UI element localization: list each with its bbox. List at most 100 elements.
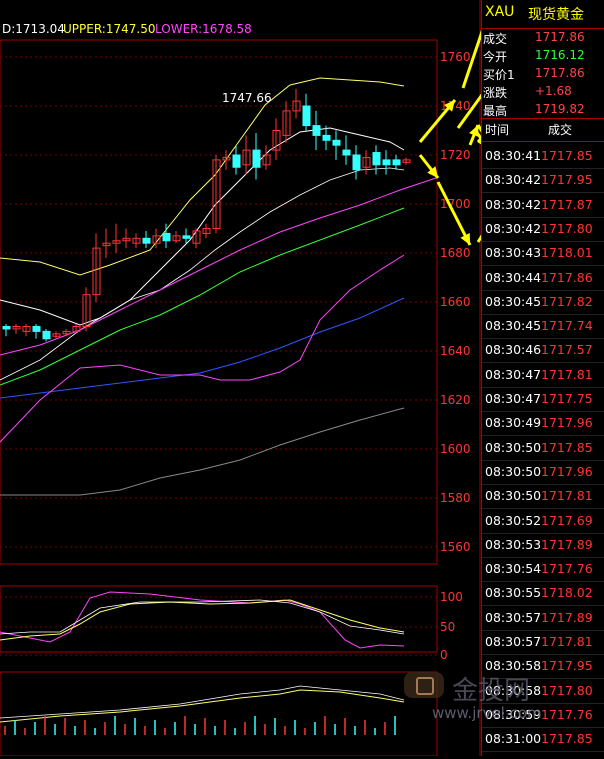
tick-row[interactable]: 08:30:541717.76: [482, 557, 604, 582]
tick-row[interactable]: 08:30:471717.75: [482, 387, 604, 412]
tick-time: 08:30:53: [485, 537, 541, 552]
tick-row[interactable]: 08:30:461717.57: [482, 338, 604, 363]
tick-row[interactable]: 08:30:421717.80: [482, 217, 604, 242]
tick-price: 1718.01: [541, 245, 593, 260]
osc-axis-label: 50: [440, 620, 455, 634]
high-price-label: 1747.66: [222, 91, 272, 105]
symbol-code: XAU: [485, 4, 514, 20]
bollinger-lower-line: [0, 168, 404, 380]
tick-row[interactable]: 08:30:551718.02: [482, 581, 604, 606]
quote-value: +1.68: [535, 84, 572, 98]
candle-body: [393, 160, 400, 165]
osc-k-line: [0, 592, 404, 648]
candle-body: [253, 150, 260, 167]
quote-value: 1717.86: [535, 30, 585, 44]
tick-time: 08:30:42: [485, 197, 541, 212]
tick-row[interactable]: 08:30:451717.82: [482, 290, 604, 315]
tick-time: 08:30:55: [485, 585, 541, 600]
candle-body: [303, 106, 310, 126]
candle-body: [163, 233, 170, 240]
quote-label: 今开: [483, 48, 507, 65]
price-axis-label: 1660: [440, 295, 471, 309]
quote-label: 涨跌: [483, 84, 507, 101]
tick-row[interactable]: 08:30:421717.87: [482, 193, 604, 218]
tick-time: 08:30:46: [485, 342, 541, 357]
tick-price: 1717.82: [541, 294, 593, 309]
tick-price: 1717.87: [541, 197, 593, 212]
price-axis-label: 1560: [440, 540, 471, 554]
price-axis-label: 1620: [440, 393, 471, 407]
tick-price: 1717.81: [541, 367, 593, 382]
tick-price: 1717.81: [541, 488, 593, 503]
tick-time: 08:30:42: [485, 221, 541, 236]
quote-label: 成交: [483, 30, 507, 47]
quote-row: 最高1719.82: [482, 101, 604, 118]
main-chart-svg[interactable]: 1760174017201700168016601640162016001580…: [0, 0, 482, 756]
tick-row[interactable]: 08:30:441717.86: [482, 266, 604, 291]
tick-row[interactable]: 08:30:521717.69: [482, 509, 604, 534]
candle-body: [233, 155, 240, 167]
tick-row[interactable]: 08:31:001717.85: [482, 727, 604, 752]
ticks-header-time: 时间: [485, 121, 509, 138]
price-axis-label: 1680: [440, 246, 471, 260]
oscillator-lines: [0, 592, 404, 648]
candlesticks: [3, 89, 410, 341]
tick-row[interactable]: 08:30:411717.85: [482, 144, 604, 169]
tick-time: 08:30:57: [485, 610, 541, 625]
price-axis-label: 1600: [440, 442, 471, 456]
tick-price: 1717.57: [541, 342, 593, 357]
quote-row: 买价1 1717.86: [482, 65, 604, 82]
tick-price: 1718.02: [541, 585, 593, 600]
tick-time: 08:30:44: [485, 270, 541, 285]
tick-price: 1717.69: [541, 513, 593, 528]
indicator-lower-value: LOWER:1678.58: [155, 22, 252, 36]
tick-row[interactable]: 08:30:571717.81: [482, 630, 604, 655]
tick-row[interactable]: 08:30:431718.01: [482, 241, 604, 266]
tick-row[interactable]: 08:30:501717.85: [482, 436, 604, 461]
tick-price: 1717.89: [541, 537, 593, 552]
tick-time: 08:30:50: [485, 440, 541, 455]
watermark-url: www.jrvel.com: [432, 704, 542, 722]
indicator-mid-value: D:1713.04: [2, 22, 65, 36]
candle-body: [333, 140, 340, 145]
tick-time: 08:30:52: [485, 513, 541, 528]
quote-side-panel: XAU 现货黄金 成交1717.86今开1716.12买价11717.86涨跌+…: [481, 0, 604, 756]
tick-row[interactable]: 08:30:501717.81: [482, 484, 604, 509]
tick-time: 08:30:50: [485, 488, 541, 503]
tick-price: 1717.96: [541, 464, 593, 479]
price-grid: [0, 57, 437, 655]
tick-row[interactable]: 08:30:471717.81: [482, 363, 604, 388]
tick-row[interactable]: 08:30:491717.96: [482, 411, 604, 436]
tick-price: 1717.85: [541, 731, 593, 746]
tick-price: 1717.95: [541, 658, 593, 673]
tick-time: 08:30:54: [485, 561, 541, 576]
tick-price: 1717.76: [541, 707, 593, 722]
quote-label: 最高: [483, 102, 507, 119]
tick-time: 08:31:00: [485, 731, 541, 746]
tick-price: 1717.96: [541, 415, 593, 430]
tick-row[interactable]: 08:30:421717.95: [482, 168, 604, 193]
tick-price: 1717.75: [541, 391, 593, 406]
tick-price: 1717.80: [541, 221, 593, 236]
tick-time: 08:30:47: [485, 367, 541, 382]
candle-body: [143, 238, 150, 243]
tick-row[interactable]: 08:30:501717.96: [482, 460, 604, 485]
tick-row[interactable]: 08:30:451717.74: [482, 314, 604, 339]
watermark-logo: [404, 672, 444, 698]
tick-time: 08:30:49: [485, 415, 541, 430]
ma-gray-line: [0, 408, 404, 495]
quote-value: 1717.86: [535, 66, 585, 80]
tick-time: 08:30:41: [485, 148, 541, 163]
tick-row[interactable]: 08:30:571717.89: [482, 606, 604, 631]
quote-row: 涨跌 +1.68: [482, 83, 604, 100]
candle-body: [3, 327, 10, 329]
tick-list[interactable]: 08:30:411717.8508:30:421717.9508:30:4217…: [482, 144, 604, 756]
candle-body: [183, 236, 190, 238]
annotation-arrow-shaft: [463, 8, 482, 88]
tick-price: 1717.76: [541, 561, 593, 576]
tick-price: 1717.80: [541, 683, 593, 698]
kline-chart-area[interactable]: 1760174017201700168016601640162016001580…: [0, 0, 482, 756]
tick-row[interactable]: 08:30:531717.89: [482, 533, 604, 558]
volume-ma-white: [0, 686, 404, 718]
quote-label: 买价1: [483, 66, 515, 83]
